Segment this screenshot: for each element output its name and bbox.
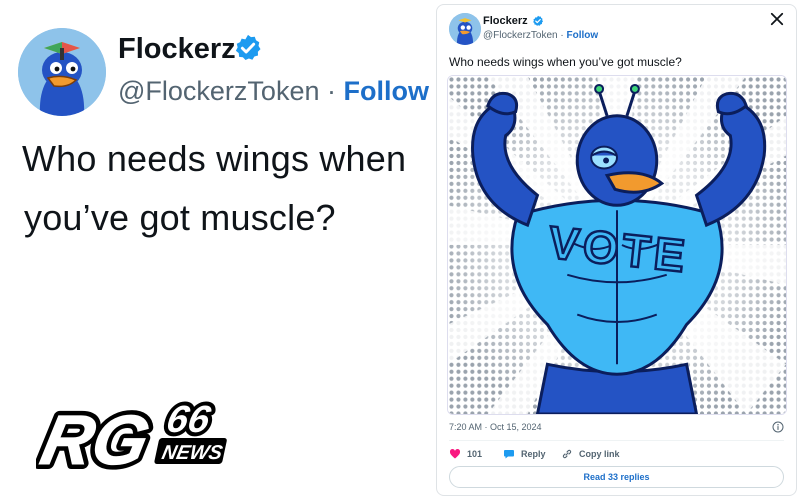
- handle[interactable]: @FlockerzToken: [118, 76, 319, 106]
- reply-label: Reply: [521, 449, 546, 459]
- handle-row: @FlockerzToken · Follow: [118, 76, 429, 107]
- rg66-news-logo: RG RG 66 66 NEWS: [36, 394, 227, 478]
- svg-text:66: 66: [163, 398, 215, 441]
- divider: [449, 440, 784, 441]
- display-name-small[interactable]: Flockerz: [483, 15, 528, 27]
- tweet-timestamp[interactable]: 7:20 AM · Oct 15, 2024: [449, 422, 542, 432]
- svg-text:RG: RG: [36, 401, 156, 478]
- follow-button[interactable]: Follow: [344, 76, 429, 106]
- tweet-text-line-1: Who needs wings when: [22, 138, 407, 179]
- profile-avatar[interactable]: [18, 28, 106, 116]
- like-count: 101: [467, 449, 483, 459]
- link-icon: [562, 449, 572, 459]
- tweet-image[interactable]: VOTE: [447, 75, 787, 415]
- display-name[interactable]: Flockerz: [118, 33, 236, 66]
- like-button[interactable]: 101: [449, 448, 482, 460]
- follow-button-small[interactable]: Follow: [567, 30, 599, 41]
- read-replies-button[interactable]: Read 33 replies: [449, 466, 784, 488]
- verified-badge-icon: [533, 15, 543, 26]
- handle-small[interactable]: @FlockerzToken: [483, 30, 558, 41]
- copy-link-button[interactable]: Copy link: [561, 448, 620, 460]
- svg-text:NEWS: NEWS: [160, 442, 225, 464]
- reply-bubble-icon: [504, 450, 514, 459]
- profile-avatar-small[interactable]: [449, 13, 481, 45]
- tweet-card: Flockerz @FlockerzToken · Follow Who nee…: [436, 4, 797, 496]
- info-icon[interactable]: [772, 421, 784, 433]
- reply-button[interactable]: Reply: [503, 448, 546, 460]
- copy-link-label: Copy link: [579, 449, 620, 459]
- handle-row-small: @FlockerzToken · Follow: [483, 30, 598, 41]
- tweet-text-line-2: you’ve got muscle?: [24, 197, 336, 238]
- heart-icon: [449, 448, 461, 459]
- separator: ·: [327, 76, 336, 106]
- x-logo-icon[interactable]: [770, 12, 784, 26]
- verified-badge-icon: [235, 34, 261, 60]
- separator: ·: [560, 30, 564, 41]
- tweet-text: Who needs wings when you’ve got muscle?: [449, 55, 682, 69]
